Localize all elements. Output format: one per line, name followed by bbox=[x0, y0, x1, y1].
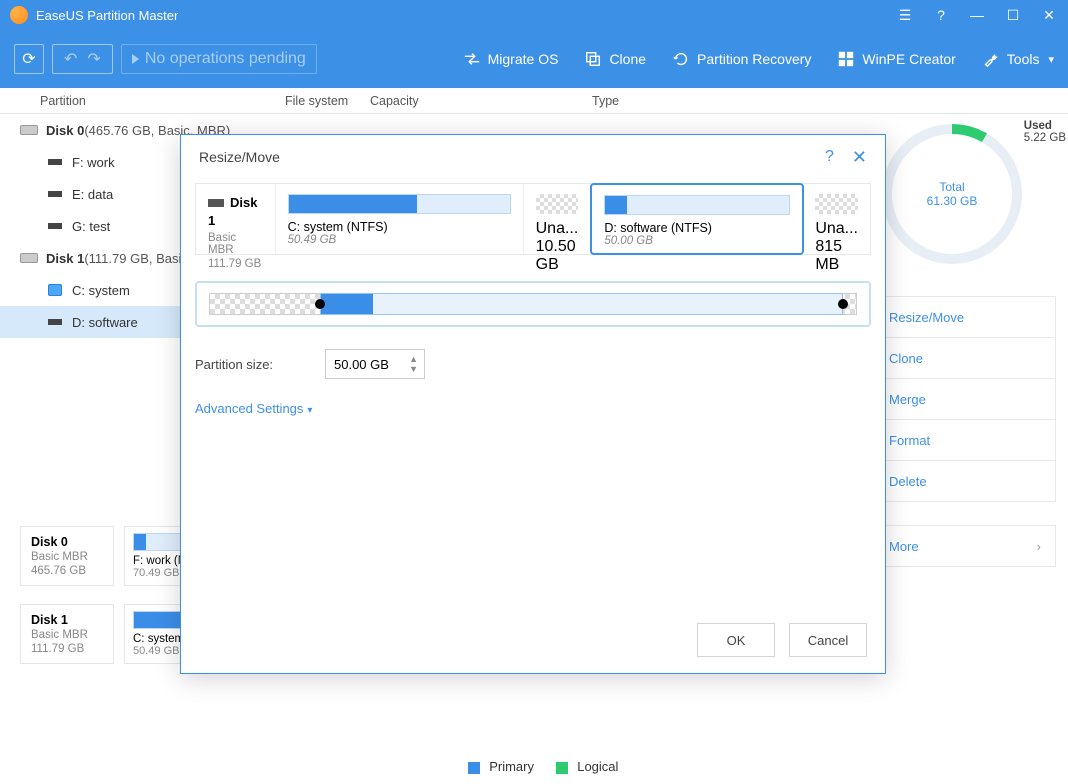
dialog-help-icon[interactable]: ? bbox=[825, 148, 834, 166]
table-header: Partition File system Capacity Type bbox=[0, 88, 1068, 114]
advanced-settings-link[interactable]: Advanced Settings▾ bbox=[195, 401, 871, 416]
disk-icon bbox=[20, 253, 38, 263]
recovery-icon bbox=[672, 50, 690, 68]
undo-icon[interactable]: ↶ bbox=[59, 49, 82, 69]
partition-icon bbox=[48, 223, 62, 229]
slider-handle-right[interactable] bbox=[838, 299, 848, 309]
toolbar: ⟳ ↶ ↷ No operations pending Migrate OS C… bbox=[0, 30, 1068, 88]
dialog-title: Resize/Move bbox=[199, 149, 280, 165]
primary-swatch bbox=[468, 762, 480, 774]
clone-icon bbox=[584, 50, 602, 68]
system-partition-icon bbox=[48, 284, 62, 296]
ok-button[interactable]: OK bbox=[697, 623, 775, 657]
partition-d-cell[interactable]: D: software (NTFS) 50.00 GB bbox=[590, 183, 804, 255]
cancel-button[interactable]: Cancel bbox=[789, 623, 867, 657]
partition-icon bbox=[48, 319, 62, 325]
unallocated2-cell[interactable]: Una... 815 MB bbox=[803, 184, 870, 254]
help-icon[interactable]: ? bbox=[932, 6, 950, 24]
partition-c-cell[interactable]: C: system (NTFS) 50.49 GB bbox=[276, 184, 524, 254]
minimize-icon[interactable]: — bbox=[968, 6, 986, 24]
disk1-box[interactable]: Disk 1 Basic MBR 111.79 GB bbox=[20, 604, 114, 664]
col-capacity: Capacity bbox=[370, 94, 592, 108]
refresh-button[interactable]: ⟳ bbox=[14, 44, 44, 74]
partition-icon bbox=[48, 191, 62, 197]
tools-icon bbox=[982, 50, 1000, 68]
disk-layout-row: Disk 1 Basic MBR 111.79 GB C: system (NT… bbox=[195, 183, 871, 255]
slider-fill bbox=[320, 293, 843, 315]
clone-button[interactable]: Clone bbox=[584, 50, 646, 68]
col-type: Type bbox=[592, 94, 1068, 108]
app-logo-icon bbox=[10, 6, 28, 24]
redo-icon[interactable]: ↷ bbox=[82, 49, 105, 69]
disk-info-cell: Disk 1 Basic MBR 111.79 GB bbox=[196, 184, 276, 254]
partition-icon bbox=[48, 159, 62, 165]
disk-icon bbox=[20, 125, 38, 135]
disk0-box[interactable]: Disk 0 Basic MBR 465.76 GB bbox=[20, 526, 114, 586]
execute-button[interactable]: No operations pending bbox=[121, 44, 317, 74]
migrate-os-button[interactable]: Migrate OS bbox=[463, 50, 559, 68]
disk0-partition-box[interactable]: F: work (N 70.49 GB bbox=[124, 526, 184, 586]
partition-recovery-button[interactable]: Partition Recovery bbox=[672, 50, 811, 68]
undo-redo-group: ↶ ↷ bbox=[52, 44, 113, 74]
col-partition: Partition bbox=[40, 94, 285, 108]
winpe-creator-button[interactable]: WinPE Creator bbox=[837, 50, 955, 68]
menu-icon[interactable]: ☰ bbox=[896, 6, 914, 24]
partition-size-input[interactable]: 50.00 GB ▲▼ bbox=[325, 349, 425, 379]
chevron-down-icon: ▾ bbox=[307, 405, 312, 416]
winpe-icon bbox=[837, 50, 855, 68]
spinner-icon[interactable]: ▲▼ bbox=[409, 354, 418, 374]
migrate-icon bbox=[463, 50, 481, 68]
used-label: Used 5.22 GB bbox=[1024, 120, 1066, 144]
dialog-close-icon[interactable]: ✕ bbox=[852, 147, 867, 168]
partition-size-label: Partition size: bbox=[195, 357, 325, 372]
chevron-right-icon: › bbox=[1037, 539, 1041, 554]
slider-handle-left[interactable] bbox=[315, 299, 325, 309]
disk1-partition-box[interactable]: C: system 50.49 GB bbox=[124, 604, 184, 664]
resize-slider[interactable] bbox=[195, 281, 871, 327]
col-filesystem: File system bbox=[285, 94, 370, 108]
unallocated1-cell[interactable]: Una... 10.50 GB bbox=[524, 184, 592, 254]
logical-swatch bbox=[556, 762, 568, 774]
window-title: EaseUS Partition Master bbox=[36, 8, 896, 23]
legend: Primary Logical bbox=[0, 759, 1068, 774]
resize-move-dialog: Resize/Move ? ✕ Disk 1 Basic MBR 111.79 … bbox=[180, 134, 886, 674]
slider-used bbox=[321, 294, 373, 314]
pending-label: No operations pending bbox=[145, 50, 306, 68]
tools-dropdown[interactable]: Tools ▾ bbox=[982, 50, 1054, 68]
maximize-icon[interactable]: ☐ bbox=[1004, 6, 1022, 24]
titlebar: EaseUS Partition Master ☰ ? — ☐ ✕ bbox=[0, 0, 1068, 30]
chevron-down-icon: ▾ bbox=[1048, 53, 1054, 66]
close-icon[interactable]: ✕ bbox=[1040, 6, 1058, 24]
play-icon bbox=[132, 54, 139, 64]
disk-icon bbox=[208, 199, 224, 207]
